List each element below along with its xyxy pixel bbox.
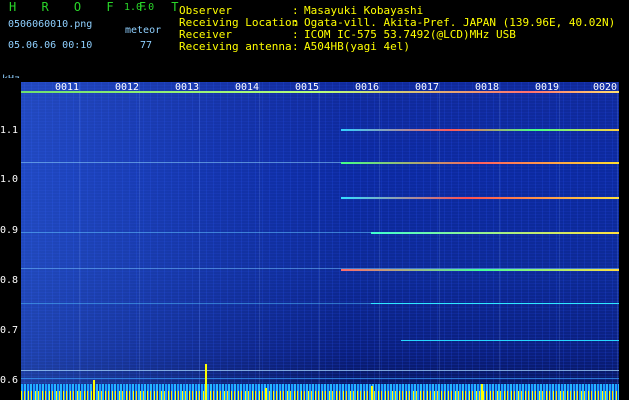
carrier-trace bbox=[371, 303, 619, 304]
carrier-trace bbox=[21, 370, 619, 371]
minute-gridline bbox=[79, 82, 80, 400]
antenna-label: Receiving antenna bbox=[179, 40, 292, 53]
minute-gridline bbox=[199, 82, 200, 400]
capture-datetime: 05.06.06 00:10 bbox=[8, 40, 93, 51]
spectrogram-right-margin bbox=[619, 82, 629, 400]
observer-colon: : bbox=[292, 4, 299, 17]
carrier-trace bbox=[401, 340, 619, 341]
app-title: H R O F F T bbox=[9, 0, 188, 14]
y-tick-label: 1.1 bbox=[0, 125, 19, 136]
carrier-trace bbox=[21, 378, 619, 379]
app-version: 1.0.0 bbox=[124, 2, 155, 13]
meteor-echo-spike bbox=[93, 380, 95, 400]
spectrogram-noise-region bbox=[21, 82, 351, 400]
carrier-trace bbox=[21, 268, 619, 269]
receiver-label: Receiver bbox=[179, 28, 232, 41]
carrier-trace bbox=[341, 129, 619, 131]
observer-value: Masayuki Kobayashi bbox=[304, 4, 424, 17]
meteor-echo-spike bbox=[265, 388, 267, 400]
carrier-trace bbox=[341, 162, 619, 164]
header-panel: H R O F F T 1.0.0 0506060010.png meteor … bbox=[0, 0, 629, 78]
y-tick-label: 0.8 bbox=[0, 275, 19, 286]
meteor-echo-spike bbox=[371, 386, 373, 400]
location-value: Ogata-vill. Akita-Pref. JAPAN (139.96E, … bbox=[304, 16, 616, 29]
low-frequency-noise-band bbox=[21, 391, 619, 400]
y-tick-label: 1.0 bbox=[0, 174, 19, 185]
carrier-trace bbox=[341, 197, 619, 199]
carrier-trace bbox=[371, 232, 619, 234]
receiver-value: ICOM IC-575 53.7492(@LCD)MHz USB bbox=[304, 28, 516, 41]
receiver-colon: : bbox=[292, 28, 299, 41]
file-name: 0506060010.png bbox=[8, 19, 93, 30]
antenna-colon: : bbox=[292, 40, 299, 53]
antenna-value: A504HB(yagi 4el) bbox=[304, 40, 410, 53]
meteor-count: 77 bbox=[140, 40, 153, 51]
y-tick-label: 0.7 bbox=[0, 325, 19, 336]
location-label: Receiving Location bbox=[179, 16, 299, 29]
spectrogram-view[interactable]: 0011 0012 0013 0014 0015 0016 0017 0018 … bbox=[21, 82, 619, 400]
frequency-axis: 1.1 1.0 0.9 0.8 0.7 0.6 bbox=[0, 78, 21, 400]
location-colon: : bbox=[292, 16, 299, 29]
minute-gridline bbox=[259, 82, 260, 400]
observer-label: Observer bbox=[179, 4, 232, 17]
y-tick-label: 0.9 bbox=[0, 225, 19, 236]
meteor-echo-spike bbox=[481, 384, 483, 400]
minute-gridline bbox=[139, 82, 140, 400]
detection-mode: meteor bbox=[125, 25, 162, 36]
carrier-trace bbox=[341, 269, 619, 271]
meteor-echo-spike bbox=[205, 364, 207, 400]
minute-gridline bbox=[319, 82, 320, 400]
carrier-trace bbox=[21, 91, 619, 93]
y-tick-label: 0.6 bbox=[0, 375, 19, 386]
